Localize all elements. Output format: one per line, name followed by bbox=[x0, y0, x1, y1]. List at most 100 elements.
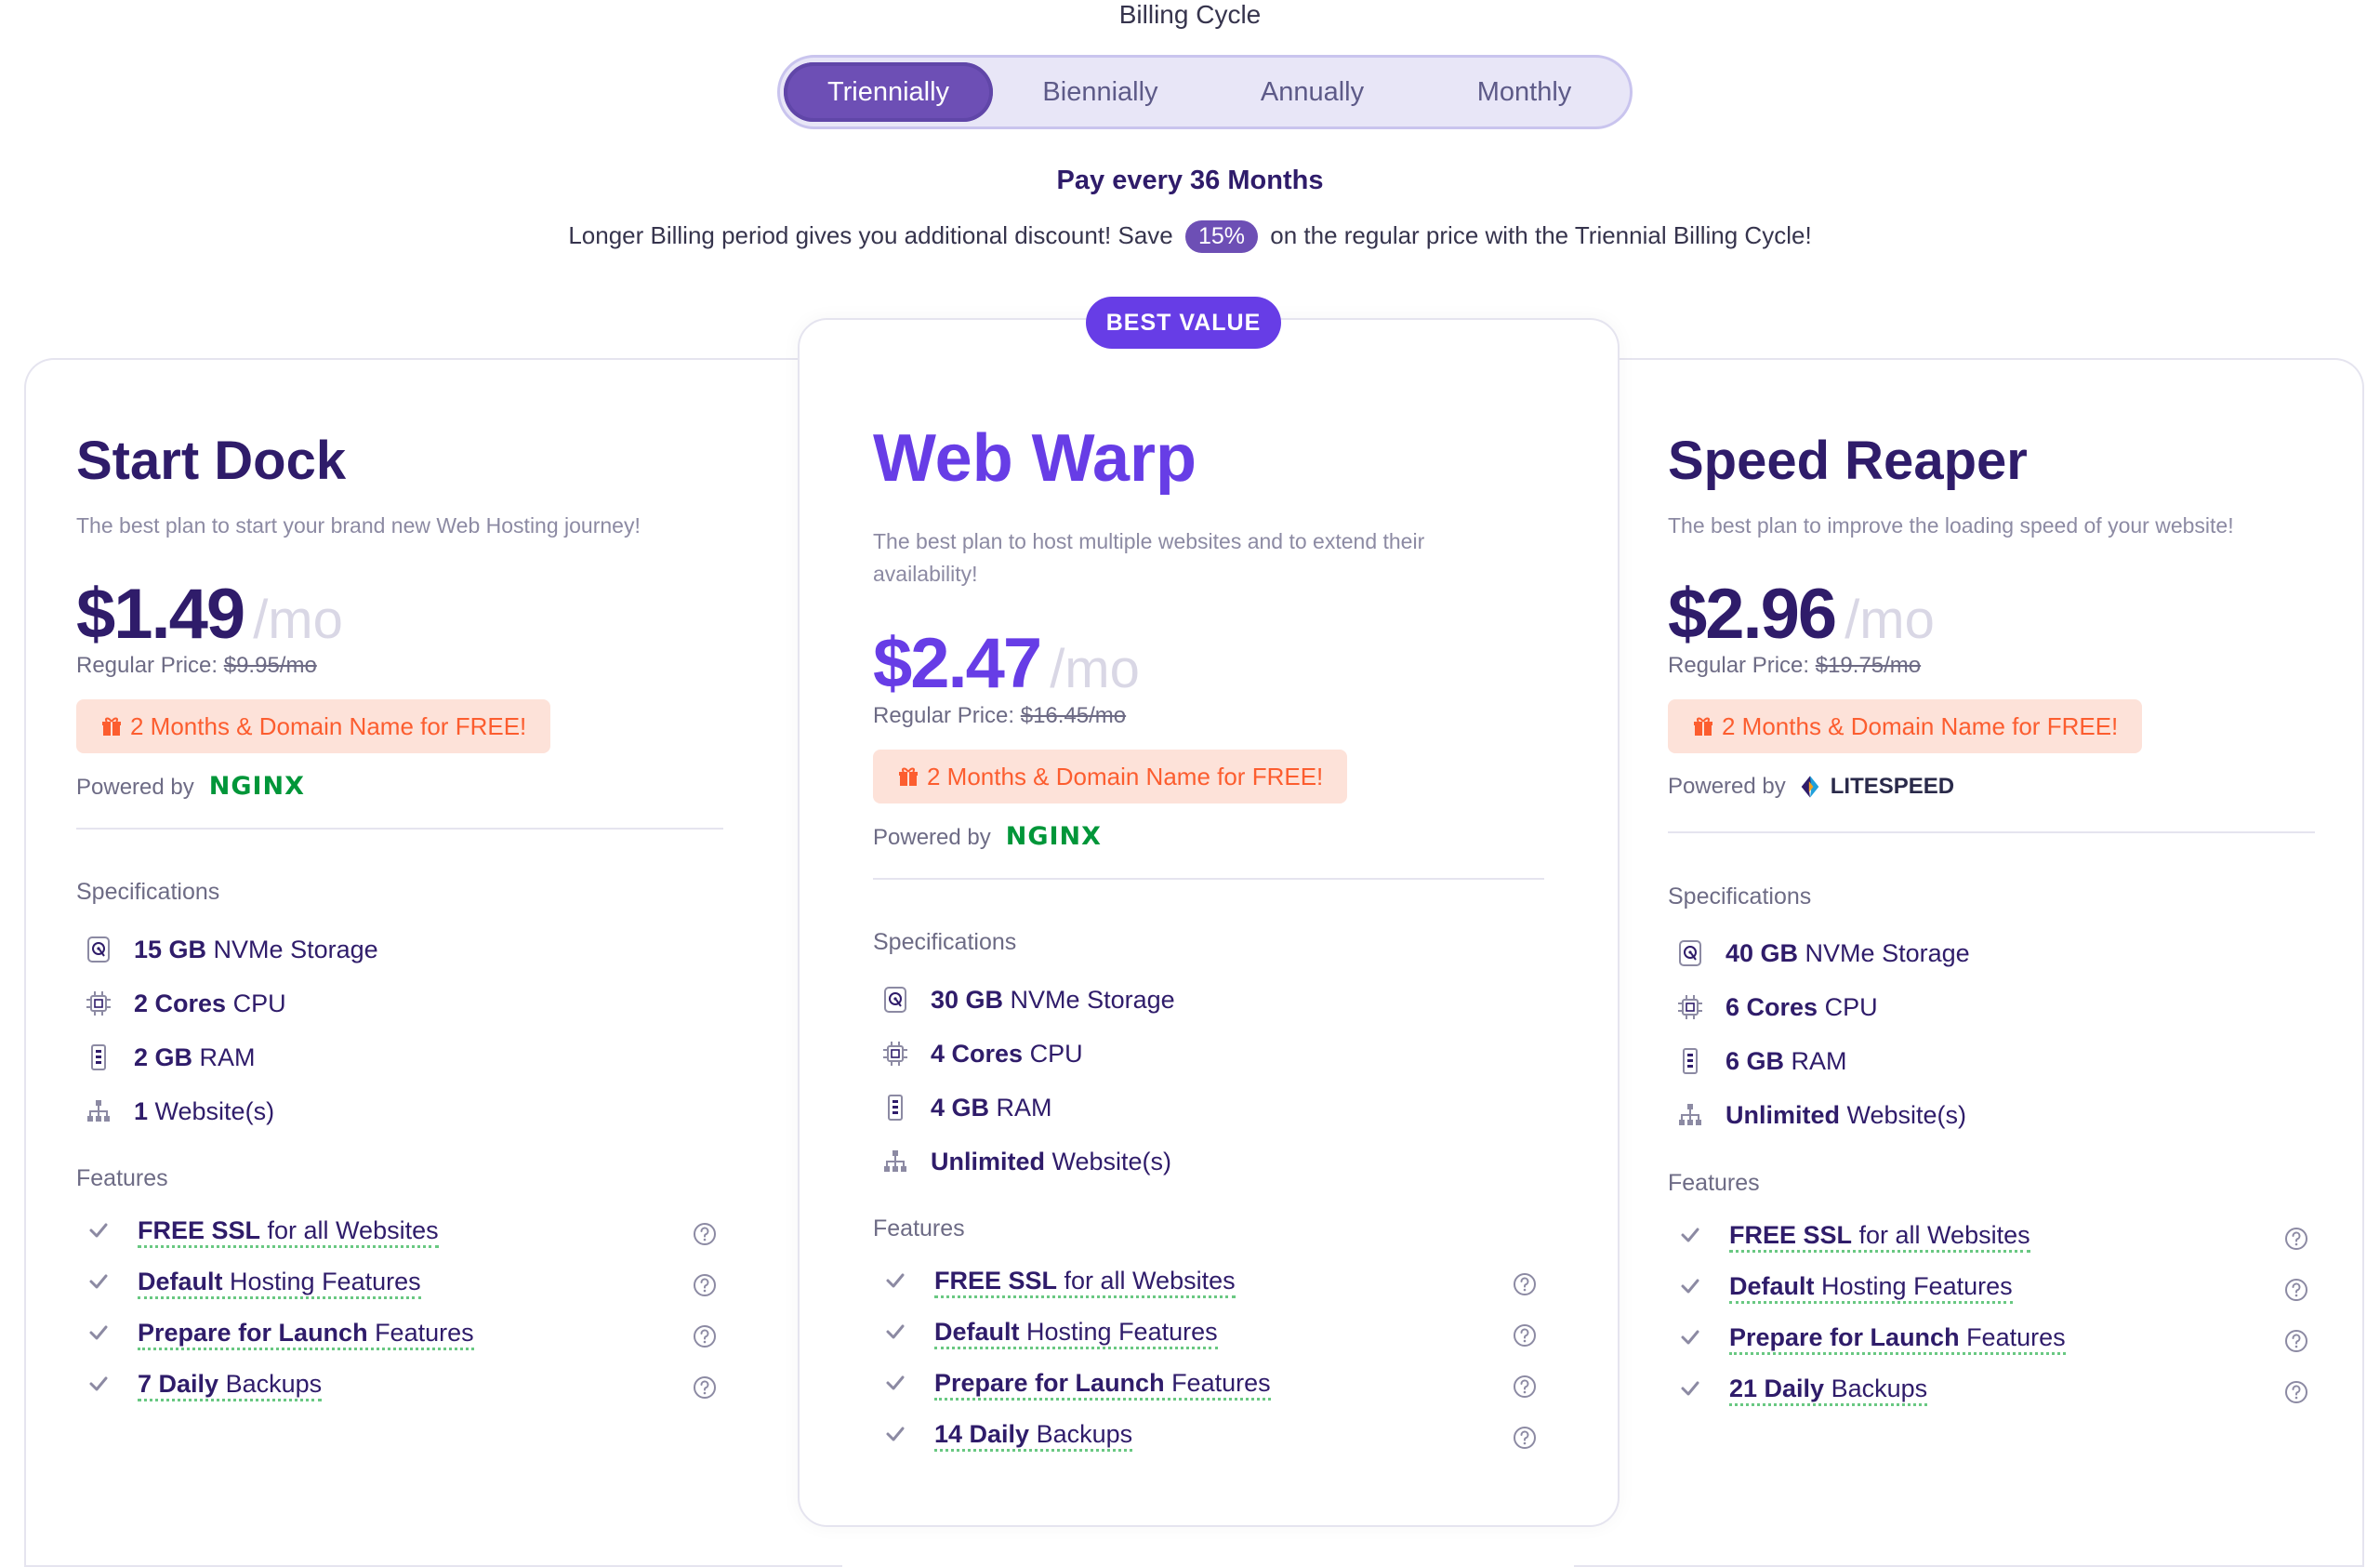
feature-item: FREE SSL for all Websites bbox=[884, 1267, 1236, 1298]
feature-highlight: FREE SSL bbox=[138, 1216, 261, 1244]
check-icon bbox=[1679, 1377, 1707, 1406]
spec-value: 30 GB bbox=[931, 986, 1004, 1014]
billing-option-monthly[interactable]: Monthly bbox=[1420, 62, 1629, 122]
feature-label: Backups bbox=[1824, 1374, 1928, 1402]
price-per-month: /mo bbox=[1050, 639, 1140, 699]
feature-text[interactable]: Default Hosting Features bbox=[1729, 1272, 2013, 1304]
best-value-badge: BEST VALUE bbox=[1086, 297, 1281, 349]
billing-option-biennially[interactable]: Biennially bbox=[996, 62, 1205, 122]
help-icon[interactable] bbox=[693, 1375, 717, 1400]
spec-item: 40 GB NVMe Storage bbox=[1675, 938, 1970, 968]
promo-text: 2 Months & Domain Name for FREE! bbox=[1722, 712, 2119, 740]
price-per-month: /mo bbox=[253, 590, 343, 650]
feature-text[interactable]: FREE SSL for all Websites bbox=[934, 1267, 1236, 1298]
website-icon bbox=[84, 1096, 113, 1126]
help-icon[interactable] bbox=[2284, 1329, 2308, 1353]
spec-value: Unlimited bbox=[1726, 1101, 1841, 1129]
feature-item: Default Hosting Features bbox=[87, 1268, 421, 1299]
feature-text[interactable]: Prepare for Launch Features bbox=[934, 1369, 1271, 1401]
feature-text[interactable]: FREE SSL for all Websites bbox=[138, 1216, 439, 1248]
specifications-label: Specifications bbox=[873, 929, 1017, 955]
spec-item: 1 Website(s) bbox=[84, 1096, 274, 1126]
check-icon bbox=[884, 1269, 912, 1298]
feature-item: FREE SSL for all Websites bbox=[1679, 1221, 2030, 1253]
billing-option-triennially[interactable]: Triennially bbox=[784, 62, 993, 122]
divider bbox=[76, 828, 723, 830]
discount-percent-badge: 15% bbox=[1184, 220, 1259, 253]
regular-price-label: Regular Price: bbox=[1668, 653, 1810, 678]
promo-text: 2 Months & Domain Name for FREE! bbox=[130, 712, 527, 740]
regular-price-label: Regular Price: bbox=[76, 653, 218, 678]
powered-by-label: Powered by bbox=[873, 825, 991, 850]
feature-label: Features bbox=[367, 1319, 474, 1347]
plan-name: Speed Reaper bbox=[1668, 431, 2028, 491]
plan-price: $1.49/mo bbox=[76, 574, 343, 655]
feature-highlight: FREE SSL bbox=[934, 1267, 1058, 1295]
help-icon[interactable] bbox=[1513, 1272, 1537, 1296]
spec-item: 4 GB RAM bbox=[880, 1093, 1052, 1122]
feature-text[interactable]: Default Hosting Features bbox=[138, 1268, 421, 1299]
feature-highlight: Prepare for Launch bbox=[1729, 1323, 1960, 1351]
feature-highlight: Default bbox=[1729, 1272, 1815, 1300]
help-icon[interactable] bbox=[1513, 1426, 1537, 1450]
feature-label: Features bbox=[1959, 1323, 2066, 1351]
help-icon[interactable] bbox=[2284, 1380, 2308, 1404]
feature-label: Hosting Features bbox=[222, 1268, 421, 1295]
check-icon bbox=[884, 1372, 912, 1401]
discount-text-after: on the regular price with the Triennial … bbox=[1270, 221, 1812, 249]
spec-label: CPU bbox=[1023, 1040, 1083, 1068]
spec-value: 4 Cores bbox=[931, 1040, 1024, 1068]
help-icon[interactable] bbox=[693, 1273, 717, 1297]
feature-text[interactable]: Prepare for Launch Features bbox=[138, 1319, 474, 1350]
plan-description: The best plan to start your brand new We… bbox=[76, 513, 641, 538]
powered-by-label: Powered by bbox=[1668, 774, 1786, 799]
spec-value: 1 bbox=[134, 1097, 149, 1125]
help-icon[interactable] bbox=[693, 1222, 717, 1246]
gift-icon bbox=[897, 763, 927, 790]
feature-text[interactable]: 21 Daily Backups bbox=[1729, 1374, 1928, 1406]
features-label: Features bbox=[76, 1165, 168, 1191]
storage-icon bbox=[84, 935, 113, 964]
feature-text[interactable]: 7 Daily Backups bbox=[138, 1370, 323, 1401]
feature-item: Prepare for Launch Features bbox=[1679, 1323, 2066, 1355]
feature-text[interactable]: Default Hosting Features bbox=[934, 1318, 1218, 1349]
nginx-logo: NGINX bbox=[1005, 822, 1102, 851]
spec-label: RAM bbox=[989, 1094, 1052, 1122]
check-icon bbox=[1679, 1224, 1707, 1253]
help-icon[interactable] bbox=[1513, 1374, 1537, 1399]
divider bbox=[873, 878, 1544, 880]
help-icon[interactable] bbox=[1513, 1323, 1537, 1348]
spec-label: NVMe Storage bbox=[1798, 939, 1970, 967]
help-icon[interactable] bbox=[2284, 1278, 2308, 1302]
feature-highlight: Prepare for Launch bbox=[934, 1369, 1165, 1397]
plan-description: The best plan to improve the loading spe… bbox=[1668, 513, 2234, 538]
check-icon bbox=[884, 1423, 912, 1452]
help-icon[interactable] bbox=[2284, 1227, 2308, 1251]
feature-text[interactable]: Prepare for Launch Features bbox=[1729, 1323, 2066, 1355]
nginx-logo: NGINX bbox=[208, 772, 305, 801]
billing-option-annually[interactable]: Annually bbox=[1208, 62, 1417, 122]
cpu-icon bbox=[84, 989, 113, 1018]
feature-text[interactable]: FREE SSL for all Websites bbox=[1729, 1221, 2030, 1253]
feature-highlight: 21 Daily bbox=[1729, 1374, 1825, 1402]
help-icon[interactable] bbox=[693, 1324, 717, 1348]
feature-item: 21 Daily Backups bbox=[1679, 1374, 1928, 1406]
feature-highlight: Prepare for Launch bbox=[138, 1319, 368, 1347]
check-icon bbox=[1679, 1275, 1707, 1304]
feature-highlight: Default bbox=[934, 1318, 1020, 1346]
spec-label: Website(s) bbox=[1045, 1148, 1172, 1175]
feature-text[interactable]: 14 Daily Backups bbox=[934, 1420, 1133, 1452]
divider bbox=[1668, 831, 2315, 833]
gift-icon bbox=[1692, 712, 1722, 740]
spec-label: CPU bbox=[226, 989, 286, 1017]
promo-banner: 2 Months & Domain Name for FREE! bbox=[873, 750, 1348, 803]
feature-label: Hosting Features bbox=[1814, 1272, 2013, 1300]
promo-banner: 2 Months & Domain Name for FREE! bbox=[1668, 699, 2143, 753]
litespeed-logo: LITESPEED bbox=[1797, 774, 1954, 799]
check-icon bbox=[87, 1373, 115, 1401]
feature-highlight: 7 Daily bbox=[138, 1370, 219, 1398]
regular-price-value: $16.45/mo bbox=[1020, 703, 1127, 728]
plan-name: Web Warp bbox=[873, 421, 1197, 496]
feature-label: Backups bbox=[218, 1370, 323, 1398]
regular-price-value: $19.75/mo bbox=[1815, 653, 1922, 678]
